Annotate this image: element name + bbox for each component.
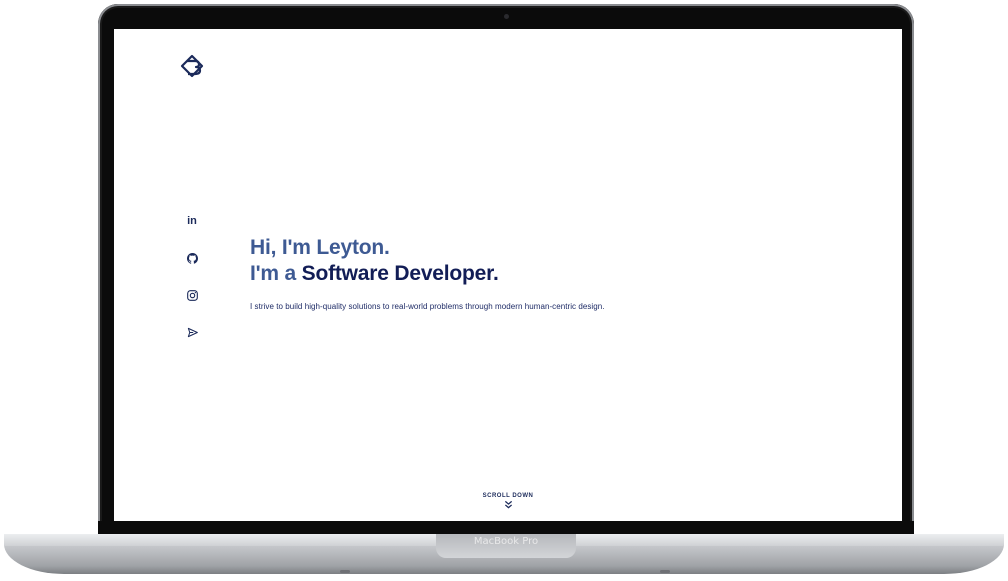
social-links: in [184, 213, 200, 361]
hero-intro: I'm a Software Developer. [250, 261, 870, 287]
hero-description: I strive to build high-quality solutions… [250, 302, 605, 311]
instagram-link[interactable] [184, 287, 200, 303]
double-chevron-down-icon [504, 500, 512, 509]
github-link[interactable] [184, 250, 200, 266]
website-screen: in Hi, I'm Leyton. I'm a Software Develo… [114, 29, 902, 521]
linkedin-icon: in [187, 215, 197, 227]
scroll-down-button[interactable]: SCROLL DOWN [458, 493, 558, 509]
email-link[interactable] [184, 324, 200, 340]
send-icon [187, 327, 198, 337]
hero-intro-prefix: I'm a [250, 262, 302, 285]
instagram-icon [186, 289, 198, 301]
b-diamond-logo-icon [180, 54, 204, 78]
linkedin-link[interactable]: in [184, 213, 200, 229]
laptop-chin [98, 521, 914, 534]
scroll-down-label: SCROLL DOWN [482, 493, 534, 499]
device-label: MacBook Pro [473, 536, 539, 547]
laptop-foot [340, 570, 350, 573]
camera-icon [504, 14, 509, 19]
hero-intro-suffix: . [492, 262, 499, 285]
github-icon [186, 252, 198, 264]
site-logo[interactable] [178, 53, 206, 81]
hero-role: Software Developer [301, 262, 494, 285]
hero-greeting: Hi, I'm Leyton. [250, 236, 390, 259]
laptop-foot [660, 570, 670, 573]
hero-section: Hi, I'm Leyton. I'm a Software Developer… [250, 235, 870, 311]
